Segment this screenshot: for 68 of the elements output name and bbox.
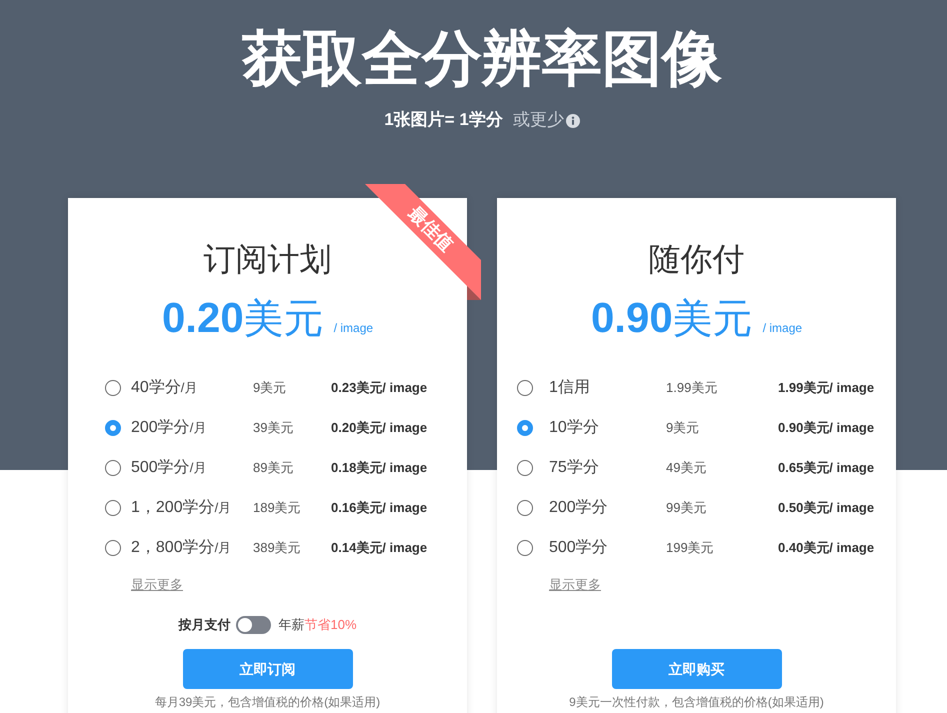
credits-label: 1信用	[549, 378, 590, 398]
footnote-text: 9美元一次性付款，包含增值税的价格(如果适用)	[569, 694, 824, 710]
radio-button[interactable]	[517, 420, 533, 436]
radio-button[interactable]	[105, 420, 121, 436]
subscribe-button[interactable]: 立即订阅	[182, 649, 352, 689]
per-image-price: 0.65美元/ image	[778, 459, 874, 478]
credits-label: 1，200学分	[131, 498, 215, 518]
credits-label: 500学分	[549, 538, 608, 558]
credits-label: 40学分	[131, 378, 181, 398]
subtitle-note: 或更少	[512, 109, 564, 132]
option-price: 99美元	[666, 499, 706, 518]
page-title: 获取全分辨率图像	[242, 24, 722, 94]
credits-label: 200学分	[131, 418, 190, 438]
radio-button[interactable]	[105, 380, 121, 396]
radio-button[interactable]	[517, 540, 533, 556]
period-label: /月	[180, 379, 198, 397]
subtitle-text: 1张图片= 1学分	[384, 109, 503, 132]
monthly-label: 按月支付	[178, 616, 230, 634]
price-amount: 0.90	[590, 294, 673, 342]
show-more-link[interactable]: 显示更多	[131, 575, 183, 595]
annual-label: 年薪	[278, 616, 304, 634]
credits-label: 75学分	[549, 458, 599, 478]
radio-button[interactable]	[517, 380, 533, 396]
price-amount: 0.20	[162, 294, 244, 342]
credits-label: 500学分	[131, 458, 190, 478]
per-image-price: 1.99美元/ image	[778, 379, 874, 398]
price-unit: / image	[762, 320, 802, 337]
option-price: 89美元	[253, 459, 294, 478]
period-label: /月	[214, 499, 232, 517]
price-unit: / image	[334, 320, 374, 337]
per-image-price: 0.40美元/ image	[778, 539, 874, 558]
per-image-price: 0.20美元/ image	[331, 419, 428, 438]
per-image-price: 0.18美元/ image	[331, 459, 428, 478]
footnote-text: 每月39美元，包含增值税的价格(如果适用)	[154, 694, 380, 710]
price-currency: 美元	[672, 296, 753, 343]
per-image-price: 0.23美元/ image	[331, 379, 428, 398]
savings-label: 节省10%	[304, 616, 357, 634]
radio-button[interactable]	[105, 540, 121, 556]
info-icon[interactable]	[566, 114, 580, 128]
price-currency: 美元	[244, 296, 324, 343]
option-price: 1.99美元	[666, 379, 718, 398]
period-label: /月	[214, 539, 232, 557]
option-price: 389美元	[253, 539, 301, 558]
per-image-price: 0.16美元/ image	[331, 499, 428, 518]
period-label: /月	[190, 459, 206, 477]
radio-button[interactable]	[105, 460, 121, 476]
option-price: 9美元	[253, 379, 286, 398]
radio-button[interactable]	[517, 500, 533, 516]
credits-label: 200学分	[549, 498, 608, 518]
best-value-ribbon: 最佳值	[365, 184, 481, 300]
plan-title: 随你付	[648, 240, 744, 279]
option-price: 39美元	[253, 419, 294, 438]
option-price: 189美元	[253, 499, 301, 518]
billing-toggle[interactable]	[236, 616, 272, 634]
option-price: 9美元	[666, 419, 700, 438]
credits-label: 2，800学分	[131, 538, 215, 558]
radio-button[interactable]	[105, 500, 121, 516]
plan-title: 订阅计划	[204, 240, 332, 279]
credits-label: 10学分	[549, 418, 599, 438]
show-more-link[interactable]: 显示更多	[549, 575, 601, 595]
option-price: 199美元	[666, 539, 714, 558]
radio-button[interactable]	[517, 460, 533, 476]
period-label: /月	[190, 419, 206, 437]
option-price: 49美元	[666, 459, 706, 478]
per-image-price: 0.14美元/ image	[331, 539, 428, 558]
per-image-price: 0.90美元/ image	[778, 419, 874, 438]
buy-now-button[interactable]: 立即购买	[612, 649, 782, 689]
per-image-price: 0.50美元/ image	[778, 499, 874, 518]
